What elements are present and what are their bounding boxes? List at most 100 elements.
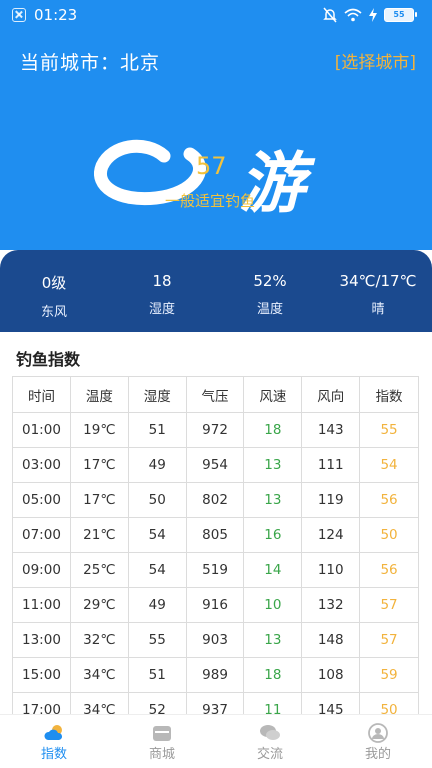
wind-direction-cell: 108	[301, 657, 361, 693]
wind-direction: 东风	[40, 305, 67, 320]
table-row: 01:00 19℃ 51 972 18 143 55	[12, 412, 419, 448]
table-row: 15:00 34℃ 51 989 18 108 59	[12, 657, 419, 693]
humidity-cell: 51	[127, 657, 187, 693]
time-cell: 13:00	[12, 622, 71, 658]
index-cell: 56	[359, 552, 419, 588]
wind-direction-cell: 145	[301, 692, 361, 714]
temperature-cell: 29℃	[69, 587, 129, 623]
app-notification-icon	[12, 8, 26, 22]
table-row: 07:00 21℃ 54 805 16 124 50	[12, 517, 419, 553]
wind-direction-cell: 110	[301, 552, 361, 588]
fishing-index-table-container[interactable]: 时间 温度 湿度 气压 风速 风向 指数 01:00 19℃ 51 972 18 143 5…	[12, 376, 419, 714]
pressure-cell: 805	[185, 517, 245, 553]
time-cell: 11:00	[12, 587, 71, 623]
wind-speed-cell: 18	[243, 412, 303, 448]
temperature-info: 52% 温度	[216, 250, 324, 317]
col-header-time: 时间	[12, 376, 71, 413]
select-city-button[interactable]: [选择城市]	[335, 48, 416, 73]
humidity-cell: 54	[127, 517, 187, 553]
charging-icon	[369, 8, 377, 22]
temperature-cell: 32℃	[69, 622, 129, 658]
time-cell: 05:00	[12, 482, 71, 518]
section-title: 钓鱼指数	[16, 350, 81, 369]
humidity-label: 湿度	[148, 302, 175, 317]
pressure-cell: 903	[185, 622, 245, 658]
wind-direction-cell: 132	[301, 587, 361, 623]
temperature-cell: 17℃	[69, 482, 129, 518]
nav-label-profile: 我的	[364, 747, 391, 762]
table-row: 17:00 34℃ 52 937 11 145 50	[12, 692, 419, 714]
col-header-wind-direction: 风向	[301, 376, 361, 413]
time-cell: 07:00	[12, 517, 71, 553]
weather-icon	[44, 725, 63, 740]
temperature-cell: 21℃	[69, 517, 129, 553]
pressure-cell: 916	[185, 587, 245, 623]
temperature-cell: 17℃	[69, 447, 129, 483]
wind-level: 0级	[41, 274, 67, 292]
fishing-score: 57	[196, 152, 227, 180]
status-bar: 01:23 55	[0, 0, 432, 30]
humidity-cell: 49	[127, 587, 187, 623]
weather-condition: 晴	[371, 302, 385, 317]
temperature-label: 温度	[256, 302, 283, 317]
index-cell: 50	[359, 692, 419, 714]
pressure-cell: 972	[185, 412, 245, 448]
col-header-temperature: 温度	[69, 376, 129, 413]
nav-label-community: 交流	[256, 747, 283, 762]
wind-speed-cell: 13	[243, 482, 303, 518]
wind-speed-cell: 16	[243, 517, 303, 553]
city-row: 当前城市：北京 [选择城市]	[0, 46, 432, 76]
shop-icon	[153, 726, 171, 741]
humidity-cell: 50	[127, 482, 187, 518]
table-row: 05:00 17℃ 50 802 13 119 56	[12, 482, 419, 518]
wind-speed-cell: 10	[243, 587, 303, 623]
fishing-index-table: 时间 温度 湿度 气压 风速 风向 指数 01:00 19℃ 51 972 18 143 5…	[12, 376, 419, 714]
wind-info: 0级 东风	[0, 250, 108, 320]
table-row: 09:00 25℃ 54 519 14 110 56	[12, 552, 419, 588]
profile-icon	[368, 723, 388, 743]
nav-item-index[interactable]: 指数	[0, 715, 108, 768]
current-city-label: 当前城市：北京	[20, 52, 161, 74]
wind-direction-cell: 124	[301, 517, 361, 553]
nav-item-profile[interactable]: 我的	[324, 715, 432, 768]
index-cell: 59	[359, 657, 419, 693]
pressure-cell: 519	[185, 552, 245, 588]
table-row: 03:00 17℃ 49 954 13 111 54	[12, 447, 419, 483]
table-header-row: 时间 温度 湿度 气压 风速 风向 指数	[12, 376, 419, 413]
wind-direction-cell: 111	[301, 447, 361, 483]
time-cell: 17:00	[12, 692, 71, 714]
wind-speed-cell: 18	[243, 657, 303, 693]
pressure-cell: 989	[185, 657, 245, 693]
col-header-index: 指数	[359, 376, 419, 413]
wind-direction-cell: 148	[301, 622, 361, 658]
time-cell: 03:00	[12, 447, 71, 483]
time-cell: 01:00	[12, 412, 71, 448]
humidity-cell: 49	[127, 447, 187, 483]
humidity-cell: 55	[127, 622, 187, 658]
time-cell: 15:00	[12, 657, 71, 693]
nav-item-community[interactable]: 交流	[216, 715, 324, 768]
nav-label-shop: 商城	[148, 747, 175, 762]
col-header-wind-speed: 风速	[243, 376, 303, 413]
fishing-suitability: 一般适宜钓鱼	[165, 192, 256, 210]
temperature-cell: 34℃	[69, 692, 129, 714]
wind-direction-cell: 119	[301, 482, 361, 518]
status-time: 01:23	[34, 6, 78, 24]
time-cell: 09:00	[12, 552, 71, 588]
table-row: 13:00 32℃ 55 903 13 148 57	[12, 622, 419, 658]
nav-item-shop[interactable]: 商城	[108, 715, 216, 768]
weather-summary: 0级 东风 18 湿度 52% 温度 34℃/17℃ 晴	[0, 250, 432, 332]
humidity-value: 18	[152, 272, 172, 290]
battery-icon: 55	[384, 8, 417, 22]
pressure-cell: 954	[185, 447, 245, 483]
temperature-cell: 25℃	[69, 552, 129, 588]
pressure-cell: 802	[185, 482, 245, 518]
temperature-range: 34℃/17℃	[339, 272, 417, 290]
temperature-cell: 19℃	[69, 412, 129, 448]
bottom-navigation: 指数 商城 交流 我的	[0, 714, 432, 768]
index-cell: 54	[359, 447, 419, 483]
wind-speed-cell: 11	[243, 692, 303, 714]
temperature-value: 52%	[253, 272, 287, 290]
index-cell: 50	[359, 517, 419, 553]
chat-icon	[260, 725, 280, 740]
